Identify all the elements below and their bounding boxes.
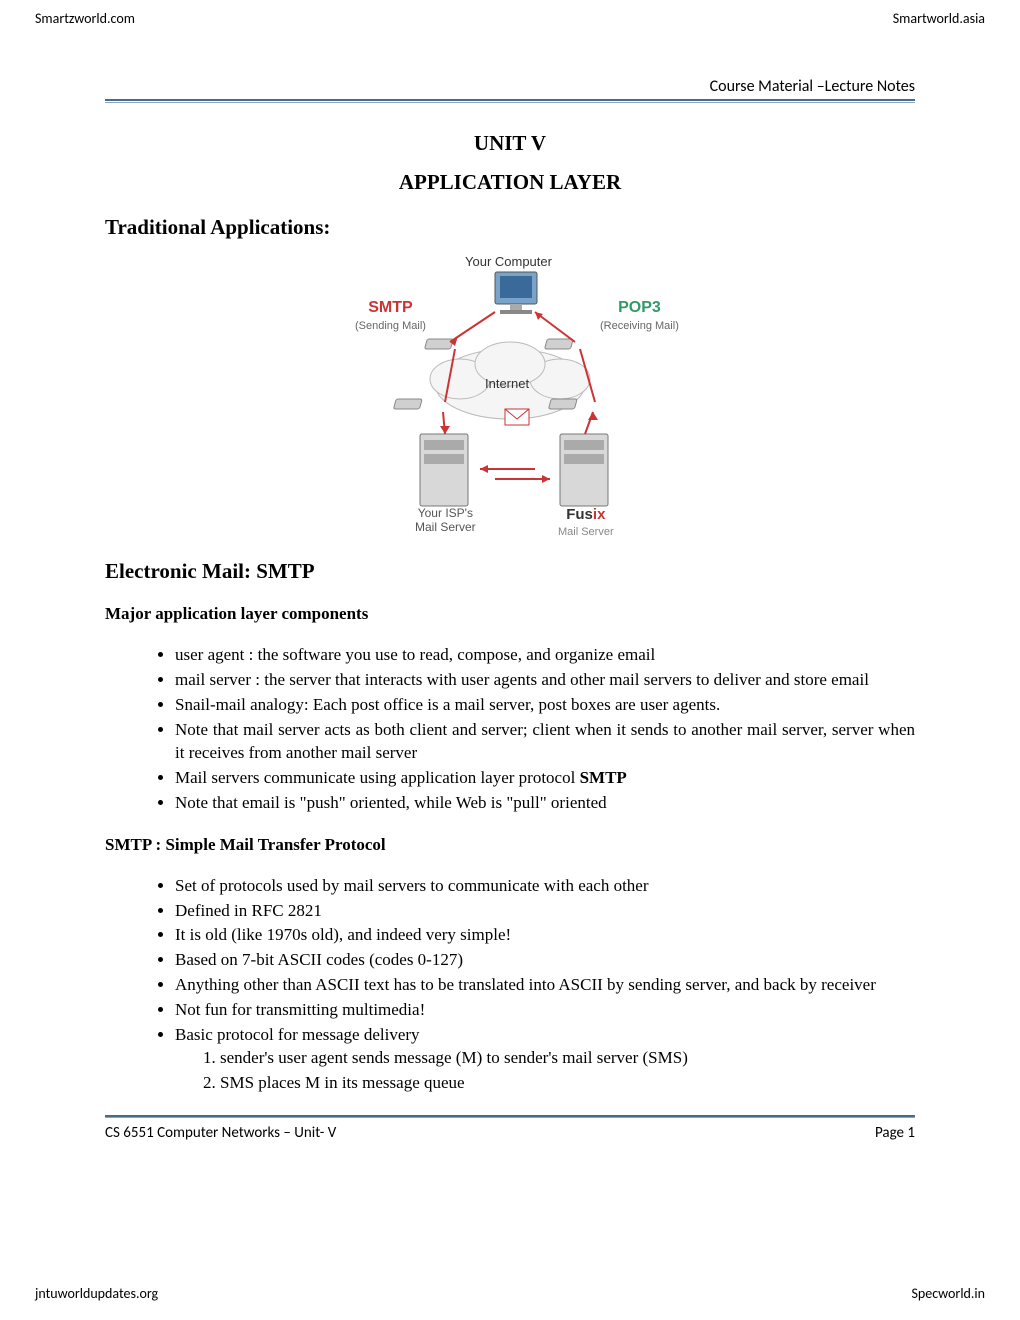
label-pop3: POP3 (Receiving Mail)	[600, 299, 679, 332]
list-item: Not fun for transmitting multimedia!	[175, 999, 915, 1022]
page-footer: CS 6551 Computer Networks – Unit- V Page…	[105, 1124, 915, 1142]
smtp-protocol-list: Set of protocols used by mail servers to…	[105, 875, 915, 1095]
step-item: SMS places M in its message queue	[220, 1072, 915, 1095]
label-isp: Your ISP's Mail Server	[415, 506, 476, 534]
list-item: It is old (like 1970s old), and indeed v…	[175, 924, 915, 947]
unit-title: UNIT V	[105, 131, 915, 156]
list-item: Anything other than ASCII text has to be…	[175, 974, 915, 997]
bottom-right: Specworld.in	[912, 1285, 986, 1302]
chapter-title: APPLICATION LAYER	[105, 170, 915, 195]
heading-smtp-protocol: SMTP : Simple Mail Transfer Protocol	[105, 835, 915, 855]
site-left: Smartzworld.com	[35, 10, 135, 27]
protocol-steps: sender's user agent sends message (M) to…	[175, 1047, 915, 1095]
list-item: Note that email is "push" oriented, whil…	[175, 792, 915, 815]
pop3-text: POP3	[618, 299, 661, 316]
heading-major-components: Major application layer components	[105, 604, 915, 624]
major-components-list: user agent : the software you use to rea…	[105, 644, 915, 815]
pop3-sub: (Receiving Mail)	[600, 320, 679, 332]
fusix-sub: Mail Server	[558, 526, 614, 538]
list-item: Defined in RFC 2821	[175, 900, 915, 923]
course-header: Course Material –Lecture Notes	[105, 77, 915, 96]
label-smtp: SMTP (Sending Mail)	[355, 299, 426, 332]
email-diagram: Your Computer	[105, 254, 915, 529]
step-item: sender's user agent sends message (M) to…	[220, 1047, 915, 1070]
list-item: Snail-mail analogy: Each post office is …	[175, 694, 915, 717]
smtp-text: SMTP	[368, 299, 412, 316]
list-item: mail server : the server that interacts …	[175, 669, 915, 692]
label-internet: Internet	[485, 376, 529, 391]
list-item: Set of protocols used by mail servers to…	[175, 875, 915, 898]
top-header: Smartzworld.com Smartworld.asia	[0, 0, 1020, 27]
smtp-sub: (Sending Mail)	[355, 320, 426, 332]
list-text: Mail servers communicate using applicati…	[175, 768, 580, 787]
site-right: Smartworld.asia	[893, 10, 985, 27]
isp-line2: Mail Server	[415, 520, 476, 534]
footer-right: Page 1	[875, 1124, 915, 1142]
list-item: Based on 7-bit ASCII codes (codes 0-127)	[175, 949, 915, 972]
bottom-left: jntuworldupdates.org	[35, 1285, 158, 1302]
list-item: Note that mail server acts as both clien…	[175, 719, 915, 765]
section-title: Traditional Applications:	[105, 215, 915, 240]
header-divider	[105, 99, 915, 103]
bottom-footer: jntuworldupdates.org Specworld.in	[0, 1285, 1020, 1302]
footer-left: CS 6551 Computer Networks – Unit- V	[105, 1124, 336, 1142]
list-item: Mail servers communicate using applicati…	[175, 767, 915, 790]
smtp-bold: SMTP	[580, 768, 627, 787]
main-content: Course Material –Lecture Notes UNIT V AP…	[0, 27, 1020, 1142]
subsection-smtp: Electronic Mail: SMTP	[105, 559, 915, 584]
list-item: user agent : the software you use to rea…	[175, 644, 915, 667]
list-item: Basic protocol for message delivery send…	[175, 1024, 915, 1095]
label-fusix: Fusix Mail Server	[558, 506, 614, 538]
footer-divider	[105, 1115, 915, 1118]
isp-line1: Your ISP's	[418, 506, 473, 520]
